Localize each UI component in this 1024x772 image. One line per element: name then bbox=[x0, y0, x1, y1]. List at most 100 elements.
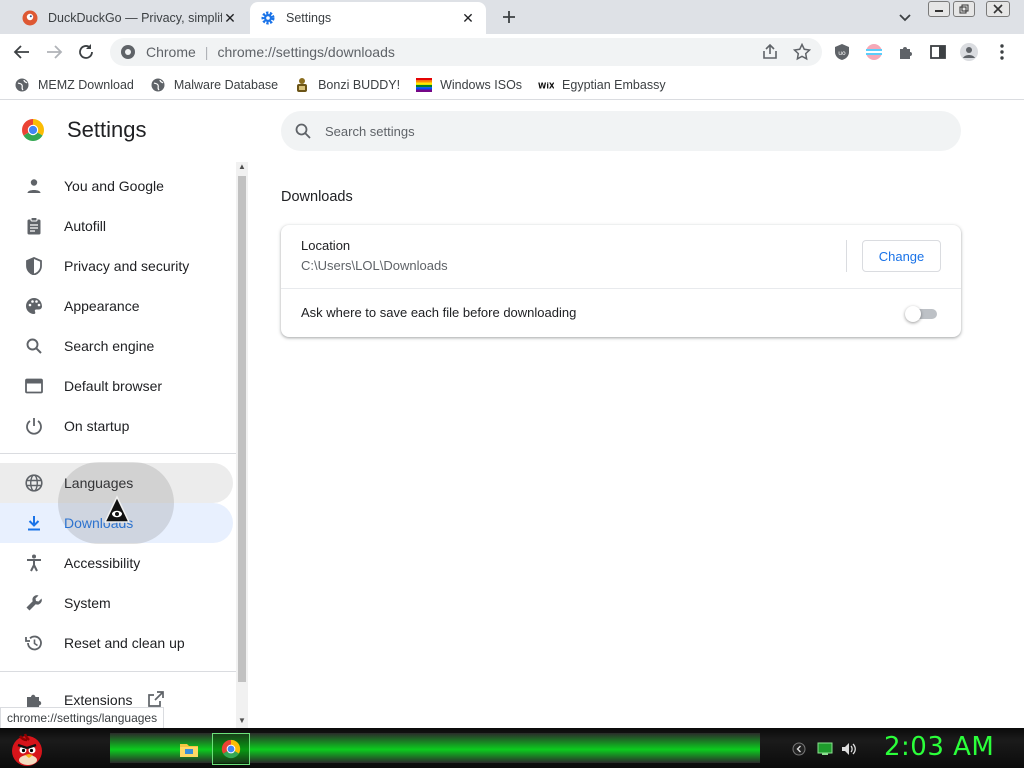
sidebar-item-label: Accessibility bbox=[64, 555, 141, 571]
scroll-up-arrow-icon[interactable]: ▲ bbox=[237, 162, 247, 172]
sidebar-divider bbox=[0, 453, 236, 454]
site-info-chip[interactable]: Chrome bbox=[120, 44, 196, 60]
mouse-cursor-icon bbox=[102, 495, 132, 525]
minimize-button[interactable] bbox=[928, 1, 950, 17]
sidebar-scrollbar[interactable]: ▲ ▼ bbox=[236, 162, 248, 728]
sidebar-item-reset-and-clean-up[interactable]: Reset and clean up bbox=[0, 623, 233, 663]
sidebar-item-label: Default browser bbox=[64, 378, 163, 394]
sidebar-item-label: System bbox=[64, 595, 111, 611]
ask-where-to-save-toggle[interactable] bbox=[905, 306, 939, 322]
sidebar-item-autofill[interactable]: Autofill bbox=[0, 206, 233, 246]
search-settings-input[interactable]: Search settings bbox=[281, 111, 961, 151]
link-status-bubble: chrome://settings/languages bbox=[0, 707, 165, 728]
profile-avatar-icon[interactable] bbox=[959, 42, 979, 62]
wix-icon: WiX bbox=[538, 77, 554, 93]
restore-button[interactable] bbox=[953, 1, 975, 17]
sidebar-item-label: Search engine bbox=[64, 338, 155, 354]
bookmark-malware-database[interactable]: Malware Database bbox=[150, 77, 278, 93]
sidebar-item-default-browser[interactable]: Default browser bbox=[0, 366, 233, 406]
toggle-knob bbox=[905, 306, 921, 322]
show-hidden-icons-chevron-icon[interactable] bbox=[790, 740, 808, 758]
back-button[interactable] bbox=[10, 40, 34, 64]
sidebar-item-accessibility[interactable]: Accessibility bbox=[0, 543, 233, 583]
start-button-angry-bird-icon[interactable] bbox=[6, 729, 48, 767]
url-text[interactable]: chrome://settings/downloads bbox=[217, 44, 394, 60]
bookmark-egyptian-embassy[interactable]: WiX Egyptian Embassy bbox=[538, 77, 666, 93]
change-location-button[interactable]: Change bbox=[862, 240, 941, 272]
close-tab-icon[interactable]: ✕ bbox=[460, 10, 476, 26]
globe-icon bbox=[14, 77, 30, 93]
kebab-menu-icon[interactable] bbox=[992, 42, 1012, 62]
sidebar-item-label: Autofill bbox=[64, 218, 107, 234]
settings-gear-icon bbox=[260, 10, 276, 26]
site-chip-label: Chrome bbox=[146, 44, 196, 60]
palette-icon bbox=[24, 296, 44, 316]
close-window-button[interactable] bbox=[986, 1, 1010, 17]
bookmark-label: Egyptian Embassy bbox=[562, 77, 666, 92]
accessibility-icon bbox=[24, 553, 44, 573]
sidebar-item-label: On startup bbox=[64, 418, 130, 434]
location-label: Location bbox=[301, 238, 351, 253]
share-icon[interactable] bbox=[760, 42, 780, 62]
extensions-puzzle-icon[interactable] bbox=[896, 42, 916, 62]
search-icon bbox=[295, 123, 311, 139]
wrench-icon bbox=[24, 593, 44, 613]
downloads-card: Location C:\Users\LOL\Downloads Change A… bbox=[281, 225, 961, 337]
history-icon bbox=[24, 633, 44, 653]
sidebar-item-system[interactable]: System bbox=[0, 583, 233, 623]
reload-button[interactable] bbox=[74, 40, 98, 64]
bonzi-icon bbox=[294, 77, 310, 93]
forward-button[interactable] bbox=[42, 40, 66, 64]
sidebar-item-appearance[interactable]: Appearance bbox=[0, 286, 233, 326]
bookmark-memz-download[interactable]: MEMZ Download bbox=[14, 77, 134, 93]
search-placeholder: Search settings bbox=[325, 123, 415, 139]
sidebar-item-label: Appearance bbox=[64, 298, 140, 314]
chrome-small-icon bbox=[121, 45, 135, 59]
tab-settings[interactable]: Settings ✕ bbox=[250, 2, 486, 34]
back-arrow-icon bbox=[13, 45, 29, 59]
sidebar-item-on-startup[interactable]: On startup bbox=[0, 406, 233, 446]
volume-icon[interactable] bbox=[840, 740, 858, 758]
rainbow-flag-icon bbox=[416, 77, 433, 93]
bookmark-bonzi-buddy[interactable]: Bonzi BUDDY! bbox=[294, 77, 400, 93]
sidebar-item-privacy-and-security[interactable]: Privacy and security bbox=[0, 246, 233, 286]
scroll-thumb[interactable] bbox=[238, 176, 246, 682]
sidebar-item-label: Extensions bbox=[64, 692, 133, 708]
globe-icon bbox=[24, 473, 44, 493]
svg-text:uo: uo bbox=[838, 50, 846, 57]
chrome-taskbar-button[interactable] bbox=[212, 733, 250, 765]
chrome-logo-icon bbox=[21, 118, 45, 142]
sidebar-item-search-engine[interactable]: Search engine bbox=[0, 326, 233, 366]
sidebar-item-you-and-google[interactable]: You and Google bbox=[0, 166, 233, 206]
toolbar: Chrome | chrome://settings/downloads uo bbox=[0, 34, 1024, 70]
new-tab-button[interactable] bbox=[498, 6, 520, 28]
bookmark-label: Malware Database bbox=[173, 77, 279, 92]
ublock-origin-icon[interactable]: uo bbox=[832, 42, 852, 62]
sidebar-item-label: Privacy and security bbox=[64, 258, 190, 274]
scroll-down-arrow-icon[interactable]: ▼ bbox=[237, 716, 247, 726]
network-icon[interactable] bbox=[816, 740, 834, 758]
chrome-icon bbox=[221, 739, 241, 759]
tab-search-chevron-icon[interactable] bbox=[896, 8, 914, 26]
bookmark-windows-isos[interactable]: Windows ISOs bbox=[416, 77, 522, 93]
bookmark-label: Windows ISOs bbox=[440, 77, 523, 92]
settings-sidebar: You and Google Autofill Privacy and secu… bbox=[0, 162, 236, 728]
plus-icon bbox=[503, 11, 515, 23]
bookmark-star-icon[interactable] bbox=[792, 42, 812, 62]
card-row-divider bbox=[281, 288, 961, 289]
shield-icon bbox=[24, 256, 44, 276]
search-icon bbox=[24, 336, 44, 356]
taskbar-clock[interactable]: 2:03 AM bbox=[884, 732, 994, 762]
tab-duckduckgo[interactable]: DuckDuckGo — Privacy, simplified. ✕ bbox=[12, 2, 248, 34]
duckduckgo-icon bbox=[22, 10, 38, 26]
sidebar-item-label: You and Google bbox=[64, 178, 164, 194]
address-bar[interactable]: Chrome | chrome://settings/downloads bbox=[110, 38, 822, 66]
svg-text:WiX: WiX bbox=[538, 81, 554, 89]
download-icon bbox=[24, 513, 44, 533]
chip-separator: | bbox=[204, 44, 209, 60]
close-tab-icon[interactable]: ✕ bbox=[222, 10, 238, 26]
pride-extension-icon[interactable] bbox=[864, 42, 884, 62]
file-explorer-icon[interactable] bbox=[176, 736, 202, 762]
power-icon bbox=[24, 416, 44, 436]
side-panel-icon[interactable] bbox=[928, 42, 948, 62]
